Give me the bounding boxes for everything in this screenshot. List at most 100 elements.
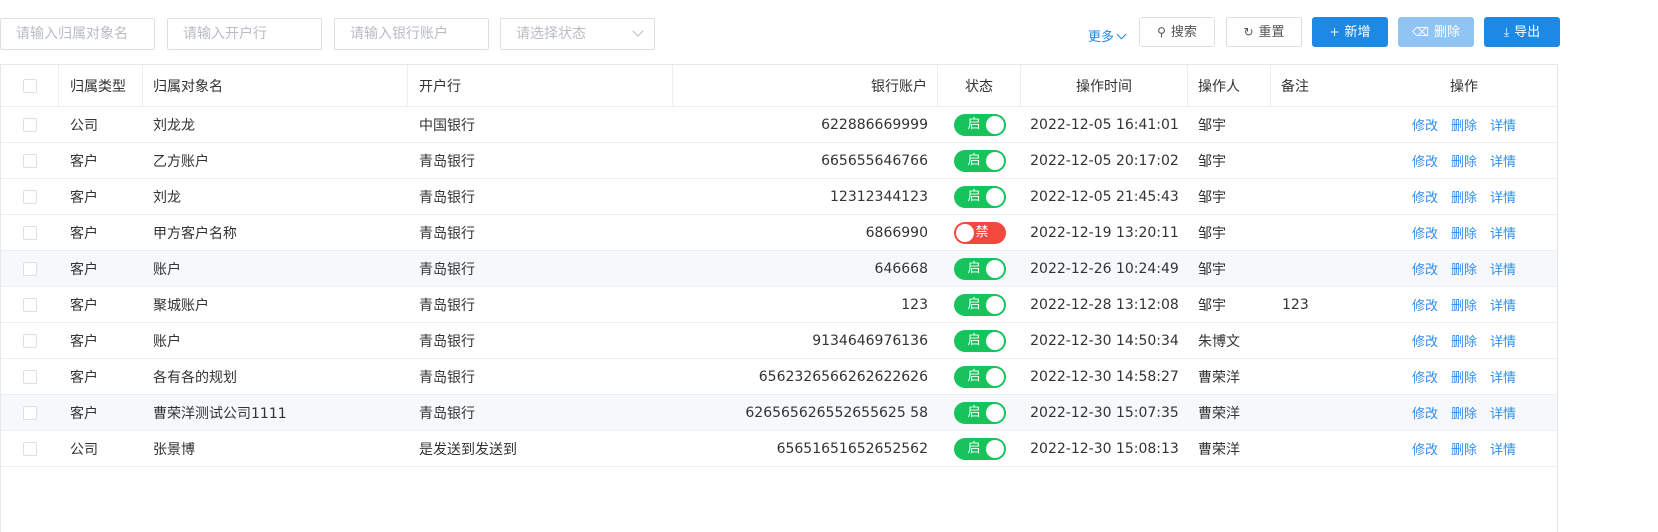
- account-cell: 12312344123: [830, 188, 928, 205]
- status-cell: 启: [938, 287, 1021, 322]
- detail-link[interactable]: 详情: [1490, 367, 1516, 386]
- row-checkbox[interactable]: [23, 297, 37, 312]
- edit-link[interactable]: 修改: [1412, 223, 1438, 242]
- status-switch[interactable]: 启: [953, 113, 1006, 136]
- switch-knob: [955, 223, 974, 242]
- delete-link[interactable]: 删除: [1451, 223, 1477, 242]
- delete-link[interactable]: 删除: [1451, 295, 1477, 314]
- detail-link[interactable]: 详情: [1490, 259, 1516, 278]
- delete-link[interactable]: 删除: [1451, 403, 1477, 422]
- edit-link[interactable]: 修改: [1412, 439, 1438, 458]
- detail-link[interactable]: 详情: [1490, 331, 1516, 350]
- detail-link[interactable]: 详情: [1490, 151, 1516, 170]
- status-switch[interactable]: 启: [953, 437, 1006, 460]
- row-checkbox[interactable]: [23, 333, 37, 348]
- delete-link[interactable]: 删除: [1451, 187, 1477, 206]
- delete-link[interactable]: 删除: [1451, 259, 1477, 278]
- detail-link[interactable]: 详情: [1490, 187, 1516, 206]
- status-cell: 禁: [938, 215, 1021, 250]
- operator-cell: 曹荣洋: [1198, 405, 1240, 422]
- owner-type-cell: 客户: [70, 297, 98, 314]
- status-switch-label: 启: [967, 440, 981, 456]
- remark-cell: [1271, 179, 1371, 214]
- bank-cell: 是发送到发送到: [419, 441, 517, 458]
- status-select[interactable]: 请选择状态: [500, 18, 655, 50]
- edit-link[interactable]: 修改: [1412, 331, 1438, 350]
- delete-label: 删除: [1433, 25, 1460, 40]
- actions-cell: 修改 删除 详情: [1371, 215, 1557, 250]
- header-owner-type: 归属类型: [59, 65, 143, 106]
- row-checkbox[interactable]: [23, 441, 37, 456]
- account-input[interactable]: 请输入银行账户: [334, 18, 489, 50]
- status-cell: 启: [938, 359, 1021, 394]
- status-cell: 启: [938, 395, 1021, 430]
- account-cell: 6866990: [865, 224, 928, 241]
- owner-type-cell: 客户: [70, 225, 98, 242]
- account-cell: 6562326566262622626: [758, 368, 928, 385]
- table-row: 公司 张景博 是发送到发送到 65651651652652562 启 2022-12-30…: [1, 431, 1557, 467]
- bank-cell: 青岛银行: [419, 261, 475, 278]
- download-icon: ⤓: [1503, 25, 1510, 39]
- remark-cell: [1271, 323, 1371, 358]
- edit-link[interactable]: 修改: [1412, 151, 1438, 170]
- edit-link[interactable]: 修改: [1412, 295, 1438, 314]
- status-switch[interactable]: 启: [953, 401, 1006, 424]
- status-cell: 启: [938, 251, 1021, 286]
- operator-cell: 邹宇: [1198, 261, 1226, 278]
- edit-link[interactable]: 修改: [1412, 187, 1438, 206]
- edit-link[interactable]: 修改: [1412, 115, 1438, 134]
- row-checkbox[interactable]: [23, 153, 37, 168]
- row-checkbox-cell: [1, 431, 59, 466]
- row-checkbox[interactable]: [23, 261, 37, 276]
- detail-link[interactable]: 详情: [1490, 223, 1516, 242]
- account-cell: 65651651652652562: [776, 440, 928, 457]
- row-checkbox[interactable]: [23, 189, 37, 204]
- owner-name-input[interactable]: 请输入归属对象名: [0, 18, 155, 50]
- edit-link[interactable]: 修改: [1412, 403, 1438, 422]
- search-button[interactable]: ⚲ 搜索: [1139, 17, 1215, 47]
- bank-cell: 青岛银行: [419, 405, 475, 422]
- status-switch[interactable]: 启: [953, 329, 1006, 352]
- bank-cell: 青岛银行: [419, 333, 475, 350]
- owner-name-cell: 账户: [153, 333, 181, 350]
- status-switch[interactable]: 启: [953, 293, 1006, 316]
- table-row: 客户 聚城账户 青岛银行 123 启 2022-12-28 13:12:08 邹宇 123 修改…: [1, 287, 1557, 323]
- bank-input[interactable]: 请输入开户行: [167, 18, 322, 50]
- status-switch[interactable]: 启: [953, 185, 1006, 208]
- row-checkbox[interactable]: [23, 405, 37, 420]
- row-checkbox[interactable]: [23, 369, 37, 384]
- select-all-checkbox[interactable]: [22, 78, 37, 93]
- bank-cell: 青岛银行: [419, 225, 475, 242]
- more-toggle[interactable]: 更多: [1088, 26, 1127, 45]
- owner-type-cell: 客户: [70, 261, 98, 278]
- operator-cell: 邹宇: [1198, 297, 1226, 314]
- delete-button[interactable]: ⌫ 删除: [1398, 17, 1474, 47]
- row-checkbox-cell: [1, 179, 59, 214]
- add-button[interactable]: + 新增: [1312, 17, 1388, 47]
- edit-link[interactable]: 修改: [1412, 367, 1438, 386]
- export-button[interactable]: ⤓ 导出: [1484, 17, 1560, 47]
- delete-link[interactable]: 删除: [1451, 115, 1477, 134]
- row-checkbox[interactable]: [23, 117, 37, 132]
- status-switch[interactable]: 启: [953, 365, 1006, 388]
- detail-link[interactable]: 详情: [1490, 295, 1516, 314]
- delete-link[interactable]: 删除: [1451, 331, 1477, 350]
- delete-link[interactable]: 删除: [1451, 367, 1477, 386]
- switch-knob: [985, 187, 1004, 206]
- status-switch[interactable]: 禁: [953, 221, 1006, 244]
- status-switch[interactable]: 启: [953, 257, 1006, 280]
- delete-link[interactable]: 删除: [1451, 151, 1477, 170]
- reset-button[interactable]: ↻ 重置: [1226, 17, 1302, 47]
- row-checkbox[interactable]: [23, 225, 37, 240]
- status-switch[interactable]: 启: [953, 149, 1006, 172]
- edit-link[interactable]: 修改: [1412, 259, 1438, 278]
- op-time-cell: 2022-12-26 10:24:49: [1030, 260, 1179, 277]
- switch-knob: [985, 295, 1004, 314]
- actions-cell: 修改 删除 详情: [1371, 287, 1557, 322]
- detail-link[interactable]: 详情: [1490, 115, 1516, 134]
- delete-link[interactable]: 删除: [1451, 439, 1477, 458]
- table-row: 客户 曹荣洋测试公司1111 青岛银行 626565626552655625 58 启 2…: [1, 395, 1557, 431]
- owner-name-cell: 账户: [153, 261, 181, 278]
- detail-link[interactable]: 详情: [1490, 439, 1516, 458]
- detail-link[interactable]: 详情: [1490, 403, 1516, 422]
